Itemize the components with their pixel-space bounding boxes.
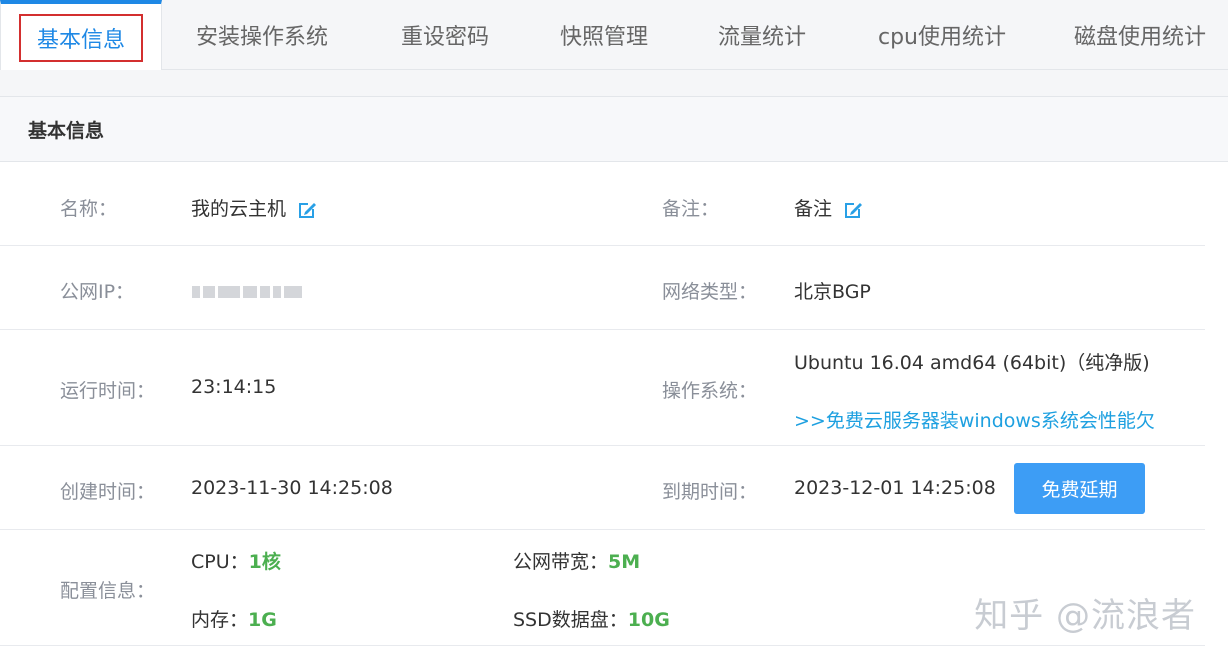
tab-label: 流量统计 xyxy=(717,25,806,50)
edit-icon[interactable] xyxy=(842,199,864,221)
memory-value: 1G xyxy=(248,609,277,631)
bandwidth-label: 公网带宽： xyxy=(513,551,609,573)
uptime-label: 运行时间： xyxy=(60,380,156,402)
tab-basic-info[interactable]: 基本信息 xyxy=(0,0,162,71)
tab-label: 安装操作系统 xyxy=(195,25,328,50)
created-label: 创建时间： xyxy=(60,481,156,503)
bandwidth-value: 5M xyxy=(608,551,641,573)
name-text: 我的云主机 xyxy=(191,198,287,220)
tab-install-os[interactable]: 安装操作系统 xyxy=(172,0,352,70)
tab-label: cpu使用统计 xyxy=(877,25,1006,50)
disk-spec: SSD数据盘：10G xyxy=(513,605,670,632)
panel-title: 基本信息 xyxy=(0,96,1228,162)
network-value: 北京BGP xyxy=(794,281,871,303)
tab-disk-stats[interactable]: 磁盘使用统计 xyxy=(1060,0,1228,70)
os-value: Ubuntu 16.04 amd64 (64bit)（纯净版) xyxy=(794,352,1150,374)
disk-value: 10G xyxy=(627,609,670,631)
tab-cpu-stats[interactable]: cpu使用统计 xyxy=(862,0,1022,70)
expire-label: 到期时间： xyxy=(662,481,758,503)
memory-spec: 内存：1G xyxy=(191,605,277,632)
disk-label: SSD数据盘： xyxy=(513,609,628,631)
row-name: 名称： 我的云主机 备注： 备注 xyxy=(0,162,1205,246)
uptime-value: 23:14:15 xyxy=(191,376,277,398)
tab-bar: 基本信息 安装操作系统 重设密码 快照管理 流量统计 cpu使用统计 磁盘使用统… xyxy=(0,0,1228,71)
name-label: 名称： xyxy=(60,198,118,220)
network-label: 网络类型： xyxy=(662,281,758,303)
row-ip: 公网IP： 网络类型： 北京BGP xyxy=(0,246,1205,330)
memory-label: 内存： xyxy=(191,609,249,631)
remark-label: 备注： xyxy=(662,198,720,220)
watermark: 知乎 @流浪者 xyxy=(974,596,1196,636)
redacted-ip xyxy=(192,283,305,298)
cpu-label: CPU： xyxy=(191,551,249,573)
row-uptime: 运行时间： 23:14:15 操作系统： Ubuntu 16.04 amd64 … xyxy=(0,330,1205,446)
cpu-value: 1核 xyxy=(248,551,281,573)
panel-title-text: 基本信息 xyxy=(28,119,105,142)
tab-label: 基本信息 xyxy=(18,13,143,62)
remark-text: 备注 xyxy=(794,198,833,220)
config-label: 配置信息： xyxy=(60,580,156,602)
tab-gap xyxy=(0,70,1228,96)
tab-label: 磁盘使用统计 xyxy=(1074,25,1207,50)
expire-value: 2023-12-01 14:25:08 xyxy=(794,477,996,499)
tab-label: 快照管理 xyxy=(559,25,648,50)
bandwidth-spec: 公网带宽：5M xyxy=(513,547,640,574)
os-label: 操作系统： xyxy=(662,380,758,402)
row-created: 创建时间： 2023-11-30 14:25:08 到期时间： 2023-12-… xyxy=(0,446,1205,530)
remark-value: 备注 xyxy=(794,194,864,221)
ip-label: 公网IP： xyxy=(60,281,135,303)
name-value: 我的云主机 xyxy=(191,194,318,221)
tab-traffic-stats[interactable]: 流量统计 xyxy=(692,0,832,70)
created-value: 2023-11-30 14:25:08 xyxy=(191,477,393,499)
edit-icon[interactable] xyxy=(296,199,318,221)
free-extend-button[interactable]: 免费延期 xyxy=(1014,463,1145,514)
tab-label: 重设密码 xyxy=(400,25,489,50)
windows-install-link[interactable]: >>免费云服务器装windows系统会性能欠 xyxy=(794,406,1156,433)
cpu-spec: CPU：1核 xyxy=(191,547,281,574)
tab-reset-password[interactable]: 重设密码 xyxy=(375,0,515,70)
tab-snapshots[interactable]: 快照管理 xyxy=(534,0,674,70)
